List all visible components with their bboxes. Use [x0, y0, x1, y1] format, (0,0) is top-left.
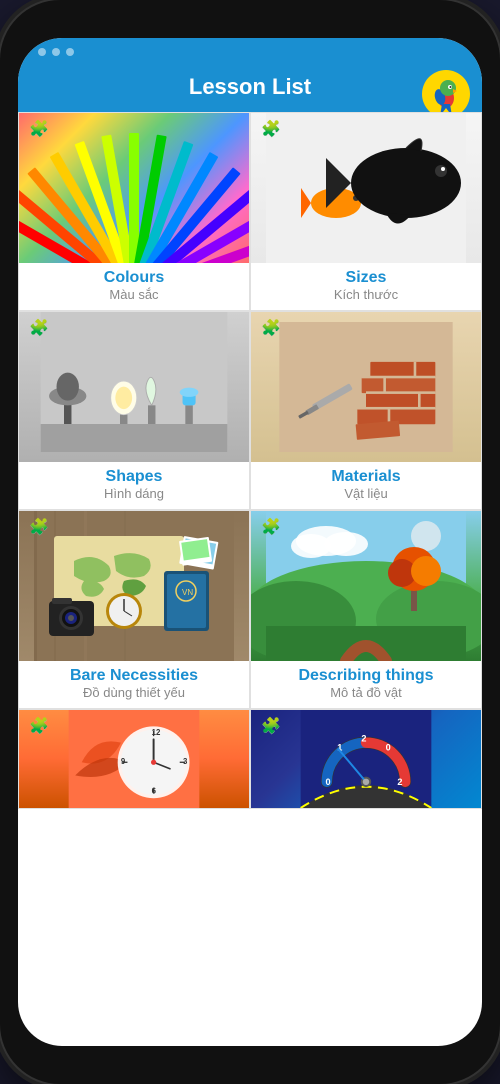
lesson-title-colours: Colours: [104, 269, 164, 287]
lesson-image-describing: 🧩: [251, 511, 481, 661]
status-dot-1: [38, 48, 46, 56]
lesson-cell-describing[interactable]: 🧩: [250, 510, 482, 709]
status-bar: [18, 38, 482, 66]
svg-text:2: 2: [397, 777, 402, 787]
puzzle-icon-bare: 🧩: [29, 517, 49, 537]
puzzle-icon-clock1: 🧩: [29, 716, 49, 736]
puzzle-icon-clock2: 🧩: [261, 716, 281, 736]
shapes-visual: [19, 312, 249, 462]
lesson-grid: 🧩: [18, 112, 482, 809]
lesson-cell-clock1[interactable]: 🧩 12 3: [18, 709, 250, 809]
puzzle-icon-sizes: 🧩: [261, 119, 281, 139]
lesson-subtitle-sizes: Kích thước: [334, 287, 398, 302]
bricks-svg: [261, 322, 471, 452]
clock1-visual: 12 3 6 9: [19, 710, 249, 808]
phone-screen: Lesson List: [18, 38, 482, 1046]
lesson-title-shapes: Shapes: [106, 468, 163, 486]
sizes-visual: [251, 113, 481, 263]
lesson-cell-shapes[interactable]: 🧩: [18, 311, 250, 510]
lesson-subtitle-materials: Vật liệu: [344, 486, 387, 501]
clock1-svg: 12 3 6 9: [19, 710, 249, 808]
lesson-cell-materials[interactable]: 🧩: [250, 311, 482, 510]
lesson-cell-clock2[interactable]: 🧩 0: [250, 709, 482, 809]
bare-visual: VN: [19, 511, 249, 661]
lesson-cell-sizes[interactable]: 🧩: [250, 112, 482, 311]
colours-visual: [19, 113, 249, 263]
fish-svg: [251, 113, 481, 263]
lesson-subtitle-bare: Đồ dùng thiết yếu: [83, 685, 185, 700]
puzzle-icon-describing: 🧩: [261, 517, 281, 537]
app-header: Lesson List: [18, 66, 482, 112]
lesson-cell-colours[interactable]: 🧩: [18, 112, 250, 311]
lesson-subtitle-describing: Mô tả đồ vật: [330, 685, 402, 700]
status-dots: [38, 48, 74, 56]
parrot-icon: [426, 74, 466, 114]
lesson-image-shapes: 🧩: [19, 312, 249, 462]
describing-visual: [251, 511, 481, 661]
bulbs-svg: [19, 312, 249, 452]
phone-frame: Lesson List: [0, 0, 500, 1084]
lesson-cell-bare[interactable]: 🧩: [18, 510, 250, 709]
svg-text:VN: VN: [182, 588, 193, 597]
lesson-title-bare: Bare Necessities: [70, 667, 198, 685]
lesson-title-materials: Materials: [331, 468, 400, 486]
svg-text:0: 0: [386, 743, 391, 753]
lesson-subtitle-colours: Màu sắc: [109, 287, 158, 302]
app-logo[interactable]: [422, 70, 470, 118]
clock2-visual: 0 1 2 0 2: [251, 710, 481, 808]
puzzle-icon-materials: 🧩: [261, 318, 281, 338]
lesson-image-bare: 🧩: [19, 511, 249, 661]
pencils-svg: [19, 113, 249, 263]
app-title: Lesson List: [189, 74, 311, 100]
status-dot-3: [66, 48, 74, 56]
svg-text:2: 2: [361, 733, 366, 743]
lesson-title-describing: Describing things: [298, 667, 433, 685]
puzzle-icon-colours: 🧩: [29, 119, 49, 139]
materials-visual: [251, 312, 481, 462]
lesson-image-materials: 🧩: [251, 312, 481, 462]
svg-text:0: 0: [325, 777, 330, 787]
lesson-title-sizes: Sizes: [346, 269, 387, 287]
status-dot-2: [52, 48, 60, 56]
landscape-svg: [251, 511, 481, 661]
lesson-image-colours: 🧩: [19, 113, 249, 263]
puzzle-icon-shapes: 🧩: [29, 318, 49, 338]
lesson-subtitle-shapes: Hình dáng: [104, 486, 164, 501]
lesson-image-sizes: 🧩: [251, 113, 481, 263]
travel-svg: VN: [19, 511, 249, 661]
lesson-image-clock2: 🧩 0: [251, 710, 481, 808]
clock2-svg: 0 1 2 0 2: [251, 710, 481, 808]
lesson-image-clock1: 🧩 12 3: [19, 710, 249, 808]
